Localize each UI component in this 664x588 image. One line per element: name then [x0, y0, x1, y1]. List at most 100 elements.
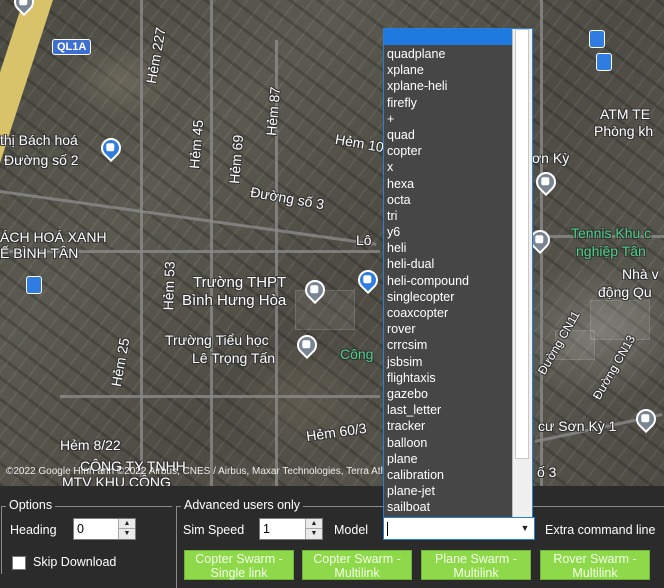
- map-label: Nhà v: [622, 266, 659, 282]
- map-label: Phòng kh: [594, 123, 654, 139]
- road: [210, 0, 213, 486]
- map-label: Ế BÌNH TÂN: [0, 245, 79, 261]
- dropdown-item[interactable]: jsbsim: [384, 354, 512, 370]
- map-label: Bình Hưng Hòa: [182, 292, 287, 309]
- button-line-1: Rover Swarm -: [553, 552, 637, 566]
- map-label: Tennis Khu c: [571, 225, 652, 241]
- shopping-pin-icon: [96, 133, 126, 163]
- chevron-down-icon[interactable]: ▼: [516, 518, 534, 539]
- heading-spinner[interactable]: 0 ▲ ▼: [73, 518, 136, 540]
- dropdown-item[interactable]: flightaxis: [384, 370, 512, 386]
- map-label: Trường THPT: [193, 274, 287, 291]
- bus-stop-icon: [589, 30, 605, 48]
- map-label: Hẻm 53: [160, 260, 178, 311]
- dropdown-item[interactable]: quadplane: [384, 46, 512, 62]
- building-block: [590, 300, 650, 340]
- skip-download-label[interactable]: Skip Download: [33, 555, 116, 569]
- plane-swarm-multilink-button[interactable]: Plane Swarm - Multilink: [421, 550, 531, 580]
- map-label: Trường Tiểu học: [165, 332, 269, 348]
- road-badge-ql1a: QL1A: [52, 39, 92, 55]
- dropdown-item[interactable]: heli-dual: [384, 256, 512, 272]
- rover-swarm-multilink-button[interactable]: Rover Swarm - Multilink: [540, 550, 650, 580]
- map-label: Hẻm 227: [143, 26, 169, 85]
- sim-speed-label: Sim Speed: [183, 523, 245, 537]
- dropdown-item[interactable]: crrcsim: [384, 337, 512, 353]
- dropdown-item[interactable]: copter: [384, 143, 512, 159]
- button-line-2: Multilink: [334, 566, 380, 580]
- dropdown-item[interactable]: plane: [384, 451, 512, 467]
- map-label: ATM TE: [600, 106, 651, 122]
- dropdown-scrollbar[interactable]: [512, 29, 532, 517]
- place-pin-icon: [631, 404, 661, 434]
- sim-speed-down-arrow-icon[interactable]: ▼: [306, 529, 322, 539]
- heading-value: 0: [77, 522, 84, 536]
- dropdown-item[interactable]: +: [384, 111, 512, 127]
- dropdown-item[interactable]: firefly: [384, 95, 512, 111]
- model-dropdown-list[interactable]: quadplane xplane xplane-heli firefly + quad co…: [383, 28, 533, 518]
- map-label: cư Sơn Kỳ 1: [538, 418, 617, 434]
- map-label: ÁCH HOÁ XANH: [0, 229, 107, 245]
- map-label: Lô: [356, 232, 372, 248]
- heading-up-arrow-icon[interactable]: ▲: [119, 519, 135, 529]
- map-label: Hẻm 87: [263, 86, 284, 137]
- dropdown-item[interactable]: octa: [384, 192, 512, 208]
- button-line-1: Copter Swarm -: [313, 552, 401, 566]
- school-block: [295, 290, 355, 330]
- dropdown-selected-blank-item[interactable]: [384, 29, 532, 45]
- dropdown-item[interactable]: quad: [384, 127, 512, 143]
- map-label: Đường số 2: [4, 152, 79, 168]
- dropdown-item[interactable]: singlecopter: [384, 289, 512, 305]
- dropdown-item[interactable]: xplane-heli: [384, 78, 512, 94]
- model-combobox[interactable]: ▼: [383, 517, 535, 540]
- dropdown-item[interactable]: x: [384, 159, 512, 175]
- button-line-2: Multilink: [453, 566, 499, 580]
- bus-stop-icon: [596, 53, 612, 71]
- school-pin-icon: [292, 330, 322, 360]
- heading-label: Heading: [10, 523, 57, 537]
- extra-command-line-label: Extra command line: [545, 523, 656, 537]
- options-group-title: Options: [6, 498, 56, 512]
- copter-swarm-multilink-button[interactable]: Copter Swarm - Multilink: [302, 550, 412, 580]
- sim-speed-spinner[interactable]: 1 ▲ ▼: [259, 518, 323, 540]
- map-label: Hẻm 69: [226, 134, 247, 185]
- bus-stop-icon: [26, 276, 42, 294]
- map-label: nghiệp Tân: [576, 243, 646, 259]
- dropdown-item[interactable]: tri: [384, 208, 512, 224]
- dropdown-item[interactable]: coaxcopter: [384, 305, 512, 321]
- dropdown-item[interactable]: tracker: [384, 418, 512, 434]
- button-line-2: Single link: [210, 566, 268, 580]
- map-label: Công: [340, 346, 374, 362]
- dropdown-item[interactable]: heli: [384, 240, 512, 256]
- dropdown-item[interactable]: calibration: [384, 467, 512, 483]
- shopping-pin-icon: [353, 265, 383, 295]
- map-label: Đường số 3: [249, 183, 326, 213]
- skip-download-checkbox[interactable]: [12, 556, 26, 570]
- heading-down-arrow-icon[interactable]: ▼: [119, 529, 135, 539]
- sim-speed-up-arrow-icon[interactable]: ▲: [306, 519, 322, 529]
- map-view[interactable]: QL1A Hẻm 227 thị Bách hoá Đường số 2 Hẻm…: [0, 0, 664, 486]
- bottom-panel: Options Heading 0 ▲ ▼ Skip Download Adva…: [0, 486, 664, 588]
- advanced-group-title: Advanced users only: [181, 498, 304, 512]
- button-line-1: Plane Swarm -: [435, 552, 517, 566]
- dropdown-item[interactable]: plane-jet: [384, 483, 512, 499]
- dropdown-item[interactable]: gazebo: [384, 386, 512, 402]
- map-label: Hẻm 60/3: [305, 419, 368, 445]
- dropdown-scroll-thumb[interactable]: [515, 29, 529, 459]
- map-label: Hẻm 45: [186, 119, 207, 170]
- dropdown-item[interactable]: hexa: [384, 176, 512, 192]
- button-line-2: Multilink: [572, 566, 618, 580]
- dropdown-item[interactable]: last_letter: [384, 402, 512, 418]
- model-label: Model: [334, 523, 369, 537]
- dropdown-item[interactable]: y6: [384, 224, 512, 240]
- map-label: ố 3: [537, 464, 557, 480]
- dropdown-item[interactable]: sailboat: [384, 499, 512, 515]
- copter-swarm-single-link-button[interactable]: Copter Swarm - Single link: [184, 550, 294, 580]
- heading-spinner-buttons: ▲ ▼: [118, 519, 135, 539]
- map-label: Hẻm 8/22: [60, 437, 121, 453]
- dropdown-item[interactable]: balloon: [384, 435, 512, 451]
- button-line-1: Copter Swarm -: [195, 552, 283, 566]
- dropdown-item[interactable]: rover: [384, 321, 512, 337]
- dropdown-item[interactable]: xplane: [384, 62, 512, 78]
- dropdown-item[interactable]: heli-compound: [384, 273, 512, 289]
- map-label: Hẻm 10: [333, 130, 386, 156]
